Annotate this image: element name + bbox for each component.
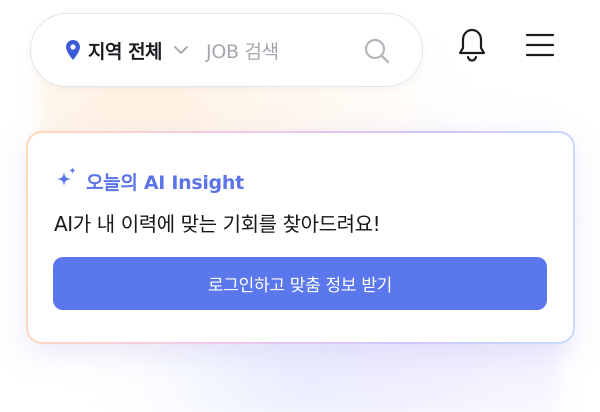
- ai-insight-card-body: 오늘의 AI Insight AI가 내 이력에 맞는 기회를 찾아드려요! 로…: [28, 133, 573, 342]
- region-selector[interactable]: 지역 전체: [88, 37, 163, 64]
- search-icon[interactable]: [362, 36, 392, 66]
- search-bar: 지역 전체 JOB 검색: [30, 13, 423, 87]
- ai-insight-card: 오늘의 AI Insight AI가 내 이력에 맞는 기회를 찾아드려요! 로…: [26, 131, 575, 344]
- sparkle-icon: [54, 166, 78, 190]
- menu-button[interactable]: [518, 25, 562, 69]
- insight-message: AI가 내 이력에 맞는 기회를 찾아드려요!: [54, 212, 381, 236]
- location-pin-icon: [66, 40, 80, 60]
- notification-button[interactable]: [448, 22, 496, 72]
- chevron-down-icon[interactable]: [172, 41, 190, 59]
- insight-title: 오늘의 AI Insight: [86, 172, 244, 194]
- bell-icon: [455, 27, 489, 67]
- job-search-input[interactable]: JOB 검색: [206, 37, 279, 64]
- login-personalized-button[interactable]: 로그인하고 맞춤 정보 받기: [53, 257, 547, 310]
- menu-icon: [524, 31, 556, 63]
